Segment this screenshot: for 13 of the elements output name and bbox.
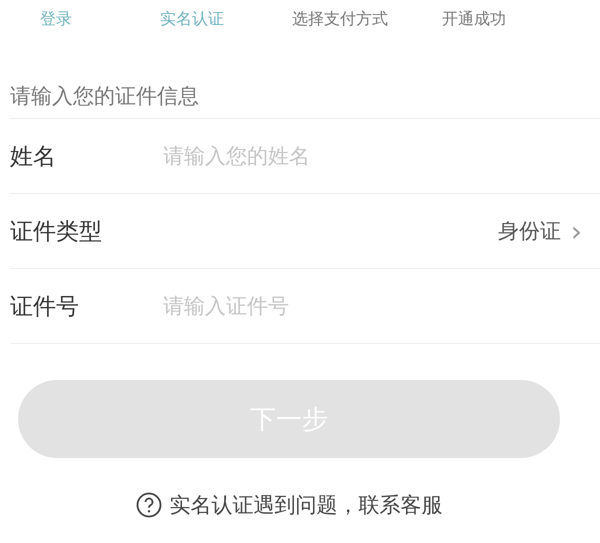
progress-step: 实名认证 xyxy=(160,8,292,30)
input-field[interactable]: 请输入证件号 xyxy=(163,294,463,318)
help-icon xyxy=(136,492,162,518)
progress-step: 选择支付方式 xyxy=(292,8,442,30)
id-type-selector[interactable]: 身份证 › xyxy=(498,214,582,248)
progress-step: 开通成功 xyxy=(442,8,506,30)
input-field[interactable]: 请输入您的姓名 xyxy=(163,144,463,168)
field-label: 证件号 xyxy=(10,292,80,322)
progress-step: 登录 xyxy=(28,8,160,30)
form-heading: 请输入您的证件信息 xyxy=(10,83,199,110)
contact-support-link[interactable]: 实名认证遇到问题，联系客服 xyxy=(170,491,442,519)
field-label: 证件类型 xyxy=(10,218,103,246)
field-label: 姓名 xyxy=(10,142,57,172)
